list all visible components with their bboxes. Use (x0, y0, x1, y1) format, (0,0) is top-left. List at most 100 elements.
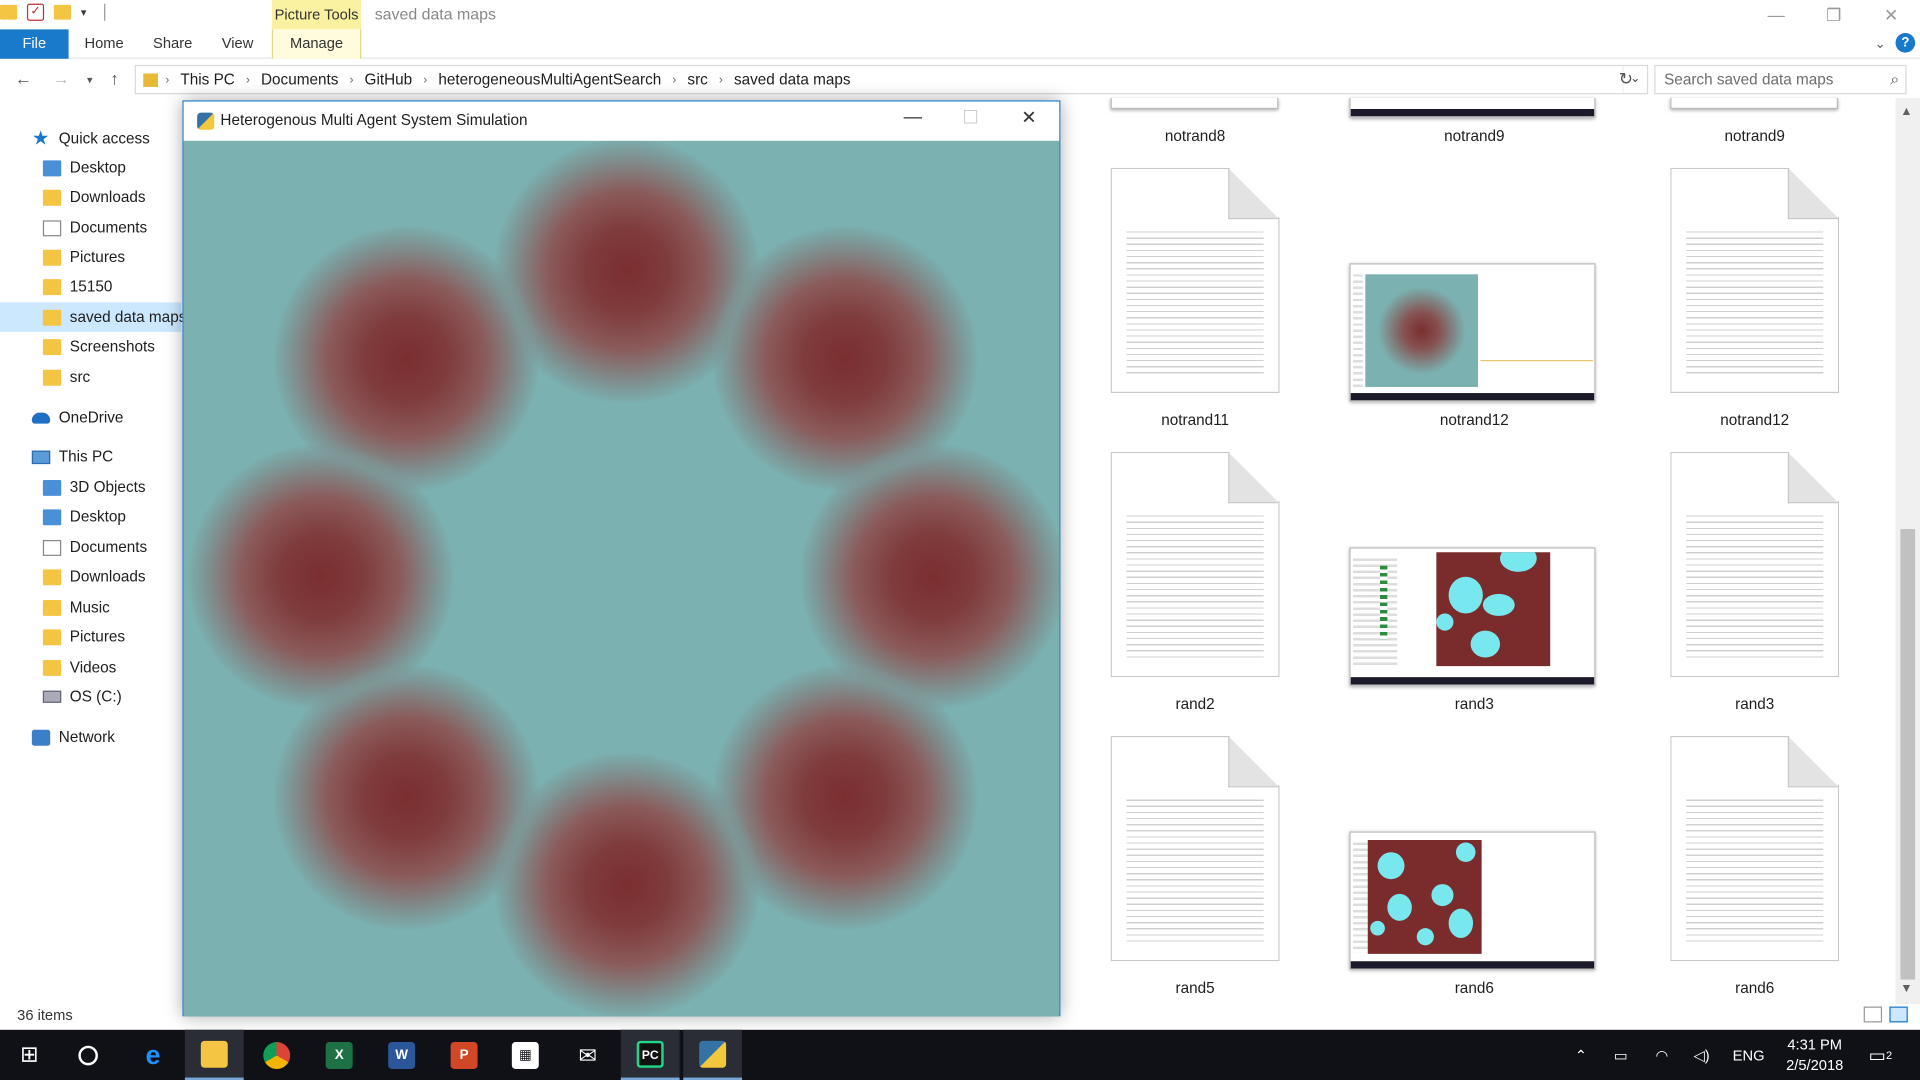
nav-pc-documents[interactable]: Documents (42, 533, 147, 562)
nav-quick-access[interactable]: ★ Quick access (32, 124, 150, 153)
nav-pc-downloads[interactable]: Downloads (42, 562, 146, 591)
sim-maximize-button[interactable]: ☐ (962, 107, 978, 129)
details-view-icon[interactable] (1863, 1006, 1883, 1023)
search-input[interactable]: Search saved data maps ⌕ (1654, 64, 1907, 95)
start-button[interactable]: ⊞ (0, 1030, 59, 1080)
nav-videos[interactable]: Videos (42, 653, 116, 682)
taskbar-chrome[interactable] (247, 1030, 306, 1080)
downloads-icon (42, 189, 62, 206)
file-name[interactable]: notrand9 (1352, 127, 1597, 144)
taskbar-powerpoint[interactable]: P (435, 1030, 494, 1080)
tab-view[interactable]: View (208, 29, 267, 58)
scroll-down-icon[interactable]: ▼ (1900, 982, 1912, 995)
nav-pc-desktop[interactable]: Desktop (42, 502, 126, 531)
show-hidden-icons[interactable]: ⌃ (1575, 1030, 1587, 1080)
scroll-up-icon[interactable]: ▲ (1900, 105, 1912, 118)
wifi-icon[interactable]: ◠ (1656, 1030, 1669, 1080)
text-file-icon[interactable] (1110, 735, 1280, 962)
cortana-button[interactable] (59, 1030, 118, 1080)
simulation-canvas[interactable] (183, 140, 1060, 1017)
taskbar-file-explorer[interactable] (184, 1029, 244, 1080)
file-name[interactable]: notrand12 (1352, 411, 1597, 428)
up-arrow-icon[interactable]: ↑ (110, 69, 119, 89)
nav-this-pc[interactable]: This PC (31, 442, 113, 471)
text-file-icon[interactable] (1110, 451, 1280, 678)
minimize-button[interactable]: — (1747, 0, 1805, 29)
nav-pc-pictures[interactable]: Pictures (42, 622, 125, 651)
tab-manage[interactable]: Manage (271, 29, 362, 59)
taskbar-word[interactable]: W (372, 1030, 431, 1080)
screenshot-thumbnail[interactable] (1349, 547, 1596, 686)
breadcrumb-saved-data-maps[interactable]: saved data maps (734, 71, 851, 88)
screenshot-thumbnail[interactable] (1349, 831, 1596, 970)
nav-15150[interactable]: 15150 (42, 272, 112, 301)
breadcrumb-documents[interactable]: Documents (261, 71, 338, 88)
file-name[interactable]: rand5 (1073, 980, 1318, 997)
file-thumbnail[interactable] (1670, 97, 1838, 109)
back-arrow-icon[interactable]: ← (15, 69, 32, 89)
text-file-icon[interactable] (1670, 167, 1840, 394)
large-icons-view-icon[interactable] (1889, 1006, 1908, 1023)
customize-toolbar-icon[interactable]: ▾ (81, 6, 87, 19)
file-name[interactable]: notrand12 (1632, 411, 1877, 428)
new-folder-icon[interactable] (53, 4, 72, 20)
clock[interactable]: 4:31 PM 2/5/2018 (1778, 1035, 1851, 1077)
refresh-icon[interactable]: ↻ (1619, 69, 1633, 90)
nav-src[interactable]: src (42, 362, 90, 391)
taskbar-edge[interactable]: e (124, 1030, 183, 1080)
nav-saved-data-maps[interactable]: saved data maps (0, 302, 186, 332)
breadcrumb-github[interactable]: GitHub (365, 71, 413, 88)
forward-arrow-icon[interactable]: → (53, 69, 70, 89)
text-file-icon[interactable] (1110, 167, 1280, 394)
taskbar-python[interactable] (683, 1029, 743, 1080)
nav-pictures[interactable]: Pictures (42, 242, 125, 271)
help-icon[interactable]: ? (1895, 33, 1916, 53)
sim-minimize-button[interactable]: — (904, 107, 922, 128)
file-name[interactable]: notrand9 (1632, 127, 1877, 144)
battery-icon[interactable]: ▭ (1614, 1030, 1628, 1080)
taskbar-store[interactable]: ▦ (496, 1030, 555, 1080)
text-file-icon[interactable] (1670, 735, 1840, 962)
action-center-icon[interactable]: ▭ 2 (1869, 1030, 1893, 1080)
file-name[interactable]: rand3 (1352, 696, 1597, 713)
language-indicator[interactable]: ENG (1733, 1030, 1765, 1080)
screenshot-thumbnail[interactable] (1349, 263, 1596, 402)
volume-icon[interactable]: ◁) (1693, 1030, 1709, 1080)
file-name[interactable]: notrand11 (1073, 411, 1318, 428)
file-name[interactable]: rand6 (1632, 980, 1877, 997)
sim-close-button[interactable]: ✕ (1021, 107, 1036, 129)
text-file-icon[interactable] (1670, 451, 1840, 678)
taskbar-excel[interactable]: X (310, 1030, 369, 1080)
file-name[interactable]: rand6 (1352, 980, 1597, 997)
breadcrumb-repo[interactable]: heterogeneousMultiAgentSearch (438, 71, 661, 88)
tab-home[interactable]: Home (73, 29, 134, 58)
recent-locations-icon[interactable]: ▾ (87, 73, 93, 86)
nav-onedrive[interactable]: OneDrive (31, 403, 124, 432)
vertical-scrollbar[interactable]: ▲ ▼ (1895, 97, 1920, 1005)
properties-icon[interactable]: ✓ (26, 3, 45, 21)
file-name[interactable]: rand3 (1632, 696, 1877, 713)
file-name[interactable]: notrand8 (1073, 127, 1318, 144)
nav-desktop[interactable]: Desktop (42, 153, 126, 182)
nav-network[interactable]: Network (31, 722, 115, 751)
file-thumbnail[interactable] (1349, 97, 1596, 118)
breadcrumb-src[interactable]: src (687, 71, 707, 88)
restore-button[interactable]: ❐ (1805, 0, 1863, 29)
tab-share[interactable]: Share (142, 29, 203, 58)
nav-screenshots[interactable]: Screenshots (42, 332, 155, 361)
nav-os-c[interactable]: OS (C:) (42, 682, 122, 711)
nav-music[interactable]: Music (42, 593, 110, 622)
file-thumbnail[interactable] (1110, 97, 1279, 109)
expand-ribbon-icon[interactable]: ⌄ (1874, 35, 1885, 51)
address-bar[interactable]: › This PC › Documents › GitHub › heterog… (134, 64, 1649, 95)
taskbar-pycharm[interactable]: PC (620, 1029, 680, 1080)
nav-downloads[interactable]: Downloads (42, 182, 146, 211)
close-button[interactable]: ✕ (1862, 0, 1920, 29)
nav-documents[interactable]: Documents (42, 213, 147, 242)
nav-3d-objects[interactable]: 3D Objects (42, 473, 146, 502)
tab-file[interactable]: File (0, 29, 69, 59)
taskbar-mail[interactable]: ✉ (558, 1030, 617, 1080)
breadcrumb-this-pc[interactable]: This PC (180, 71, 234, 88)
scroll-thumb[interactable] (1900, 528, 1916, 980)
file-name[interactable]: rand2 (1073, 696, 1318, 713)
